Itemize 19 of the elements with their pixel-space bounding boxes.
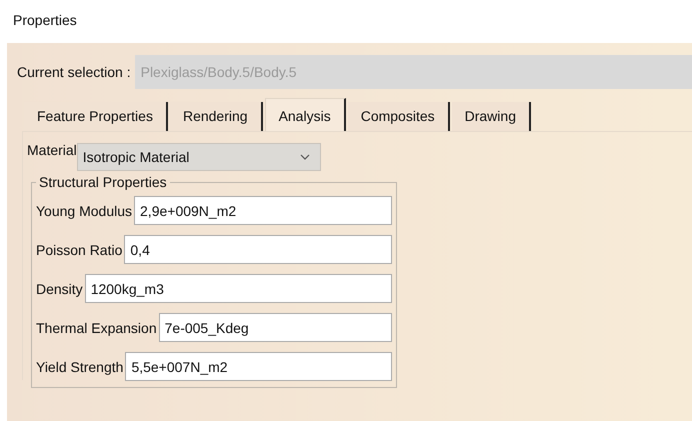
input-field[interactable]: 7e-005_Kdeg (158, 313, 392, 342)
field-label: Density (36, 280, 83, 296)
field-label: Young Modulus (36, 202, 132, 218)
field-label: Poisson Ratio (36, 242, 122, 258)
field-label: Thermal Expansion (36, 320, 157, 336)
tab[interactable]: Composites (348, 102, 450, 131)
material-label: Material (27, 142, 77, 158)
group-title: Structural Properties (38, 174, 168, 190)
input-field[interactable]: 1200kg_m3 (84, 274, 392, 303)
input-field[interactable]: 0,4 (124, 235, 392, 264)
field-label: Yield Strength (36, 358, 124, 374)
window-title: Properties (12, 11, 78, 30)
material-dropdown[interactable]: Isotropic Material (76, 143, 321, 171)
tab[interactable]: Analysis (264, 98, 346, 131)
tab[interactable]: Drawing (452, 102, 531, 131)
input-field[interactable]: 5,5e+007N_m2 (125, 352, 392, 381)
chevron-down-icon (300, 154, 310, 160)
current-selection-label: Current selection : (17, 64, 131, 80)
input-field[interactable]: 2,9e+009N_m2 (134, 196, 392, 225)
